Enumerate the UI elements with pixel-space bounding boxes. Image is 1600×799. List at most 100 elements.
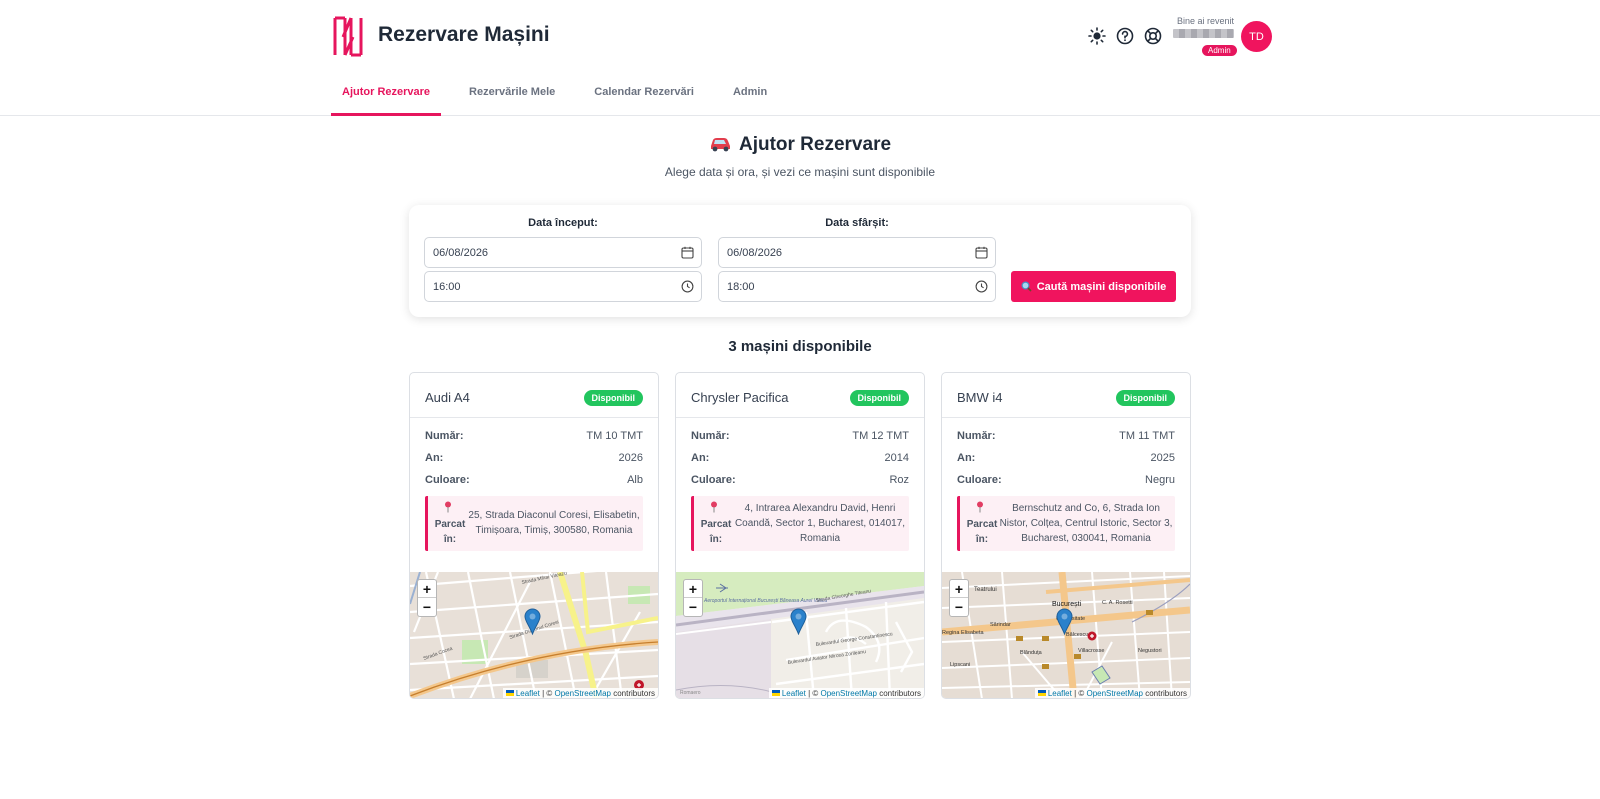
clock-icon[interactable] <box>975 280 988 293</box>
map-label: Negustori <box>1138 648 1162 654</box>
spec-value: 2026 <box>618 452 643 464</box>
spec-value: 2014 <box>884 452 909 464</box>
page-subtitle: Alege data și ora, și vezi ce mașini sun… <box>664 165 936 179</box>
map-label: București <box>1052 601 1082 608</box>
app-header: Rezervare Mașini Bine ai revenit Admin T… <box>0 0 1600 116</box>
spec-label: Culoare: <box>957 474 1002 486</box>
car-name: Chrysler Pacifica <box>691 390 789 405</box>
spec-label: An: <box>691 452 710 464</box>
end-date-value: 06/08/2026 <box>727 247 783 259</box>
spec-value: Negru <box>1145 474 1175 486</box>
parked-address: Bernschutz and Co, 6, Strada Ion Nistor,… <box>999 503 1173 544</box>
start-date-input[interactable]: 06/08/2026 <box>424 237 702 268</box>
map-label: Villacrosse <box>1078 648 1105 654</box>
car-name: BMW i4 <box>957 390 1003 405</box>
pushpin-icon <box>711 501 717 513</box>
start-time-value: 16:00 <box>433 281 461 293</box>
sun-icon[interactable] <box>1087 26 1107 46</box>
attribution-separator: | © <box>805 689 821 698</box>
pushpin-icon <box>445 501 451 513</box>
spec-value: TM 10 TMT <box>586 430 643 442</box>
osm-link[interactable]: OpenStreetMap <box>554 689 610 698</box>
map-tiles[interactable]: Teatrului București C. A. Rosetti Univer… <box>942 572 1190 699</box>
end-time-value: 18:00 <box>727 281 755 293</box>
zoom-in-button[interactable]: + <box>418 580 436 598</box>
spec-label: Culoare: <box>425 474 470 486</box>
zoom-out-button[interactable]: − <box>950 598 968 616</box>
life-buoy-icon[interactable] <box>1143 26 1163 46</box>
map-marker-icon[interactable] <box>790 608 807 635</box>
app-title: Rezervare Mașini <box>378 23 550 46</box>
end-time-input[interactable]: 18:00 <box>718 271 996 302</box>
map-marker-icon[interactable] <box>524 608 541 635</box>
parked-location: Parcat în: 4, Intrarea Alexandru David, … <box>691 496 909 551</box>
location-map[interactable]: Aeroportul Internațional București Bănea… <box>676 572 924 699</box>
osm-link[interactable]: OpenStreetMap <box>1086 689 1142 698</box>
attribution-separator: | © <box>539 689 555 698</box>
end-date-input[interactable]: 06/08/2026 <box>718 237 996 268</box>
map-label: Sărindar <box>990 622 1011 628</box>
availability-badge: Disponibil <box>1115 390 1175 406</box>
map-tiles[interactable]: Aeroportul Internațional București Bănea… <box>676 572 924 699</box>
help-circle-icon[interactable] <box>1115 26 1135 46</box>
calendar-icon[interactable] <box>681 246 694 259</box>
map-attribution: Leaflet | © OpenStreetMap contributors <box>768 688 924 698</box>
map-label: Regina Elisabeta <box>942 630 985 636</box>
map-label: Blănduța <box>1020 650 1043 656</box>
results-count: 3 mașini disponibile <box>728 338 872 355</box>
start-date-label: Data început: <box>528 217 598 229</box>
spec-label: Număr: <box>425 430 464 442</box>
spec-label: Culoare: <box>691 474 736 486</box>
availability-badge: Disponibil <box>849 390 909 406</box>
location-map[interactable]: Teatrului București C. A. Rosetti Univer… <box>942 572 1190 699</box>
spec-value: TM 12 TMT <box>852 430 909 442</box>
page-title-text: Ajutor Rezervare <box>738 134 892 155</box>
spec-value: TM 11 TMT <box>1119 430 1175 442</box>
attribution-separator: | © <box>1071 689 1087 698</box>
user-avatar[interactable]: TD <box>1241 21 1272 52</box>
car-icon <box>710 138 730 152</box>
map-tiles[interactable]: Strada Diaconul Coresi Strada Mihai Vite… <box>410 572 658 699</box>
role-badge: Admin <box>1202 45 1237 56</box>
zoom-out-button[interactable]: − <box>684 598 702 616</box>
leaflet-link[interactable]: Leaflet <box>1048 689 1072 698</box>
location-map[interactable]: Strada Diaconul Coresi Strada Mihai Vite… <box>410 572 658 699</box>
ukraine-flag-icon <box>505 690 514 696</box>
spec-value: Alb <box>627 474 643 486</box>
tab-rezervarile-mele[interactable]: Rezervările Mele <box>458 76 566 116</box>
tab-calendar-rezervari[interactable]: Calendar Rezervări <box>583 76 705 116</box>
tab-ajutor-rezervare[interactable]: Ajutor Rezervare <box>331 76 442 116</box>
zoom-out-button[interactable]: − <box>418 598 436 616</box>
end-date-label: Data sfârșit: <box>825 217 889 229</box>
map-label: Romaero <box>680 690 701 696</box>
leaflet-link[interactable]: Leaflet <box>782 689 806 698</box>
zoom-in-button[interactable]: + <box>950 580 968 598</box>
attribution-contributors: contributors <box>610 689 655 698</box>
calendar-icon[interactable] <box>975 246 988 259</box>
osm-link[interactable]: OpenStreetMap <box>820 689 876 698</box>
map-marker-icon[interactable] <box>1056 608 1073 635</box>
start-time-input[interactable]: 16:00 <box>424 271 702 302</box>
app-logo[interactable] <box>333 15 363 58</box>
clock-icon[interactable] <box>681 280 694 293</box>
tab-admin[interactable]: Admin <box>722 76 778 116</box>
car-name: Audi A4 <box>425 390 470 405</box>
parked-label: Parcat în: <box>966 519 998 545</box>
zoom-control: + − <box>417 579 437 617</box>
parked-address: 25, Strada Diaconul Coresi, Elisabetin, … <box>468 510 640 536</box>
attribution-contributors: contributors <box>876 689 921 698</box>
parked-label: Parcat în: <box>700 519 732 545</box>
page-title: Ajutor Rezervare <box>0 134 1600 156</box>
car-card: BMW i4 Disponibil Număr: TM 11 TMT An: 202… <box>941 372 1191 699</box>
spec-value: Roz <box>889 474 909 486</box>
leaflet-link[interactable]: Leaflet <box>516 689 540 698</box>
main-nav: Ajutor Rezervare Rezervările Mele Calend… <box>331 76 795 116</box>
zoom-in-button[interactable]: + <box>684 580 702 598</box>
spec-label: Număr: <box>691 430 730 442</box>
map-label: Lipscani <box>950 662 970 668</box>
map-attribution: Leaflet | © OpenStreetMap contributors <box>502 688 658 698</box>
parked-location: Parcat în: 25, Strada Diaconul Coresi, E… <box>425 496 643 551</box>
card-header: Chrysler Pacifica Disponibil <box>676 373 924 418</box>
map-label: C. A. Rosetti <box>1102 600 1133 606</box>
search-available-cars-button[interactable]: Caută mașini disponibile <box>1011 271 1176 302</box>
